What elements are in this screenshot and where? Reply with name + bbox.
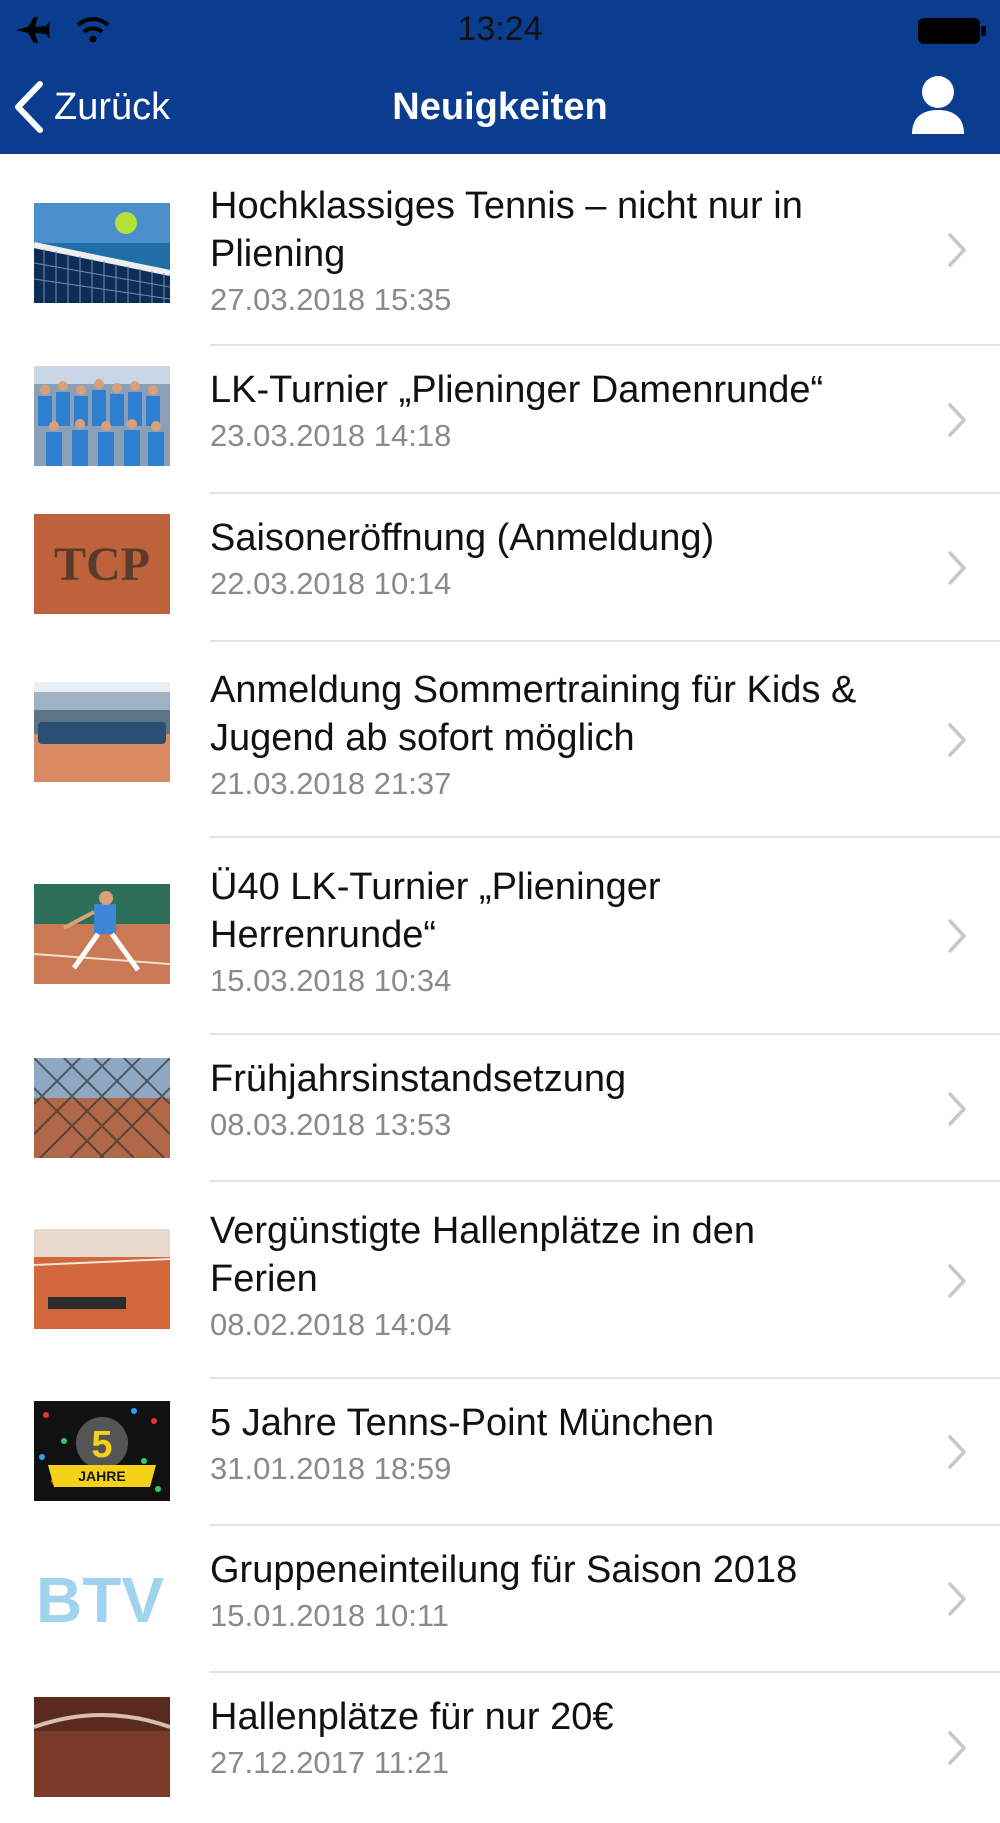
user-profile-icon[interactable] — [906, 72, 970, 142]
news-date: 15.03.2018 10:34 — [210, 963, 452, 998]
news-title: LK-Turnier „Plieninger Damenrunde“ — [210, 369, 824, 411]
news-title: Hallenplätze für nur 20€ — [210, 1696, 614, 1738]
news-item[interactable]: Hallenplätze für nur 20€ 27.12.2017 11:2… — [0, 1673, 1000, 1823]
news-item[interactable]: LK-Turnier „Plieninger Damenrunde“ 23.03… — [0, 346, 1000, 494]
news-item[interactable]: Frühjahrsinstandsetzung 08.03.2018 13:53 — [0, 1035, 1000, 1182]
chevron-right-icon — [948, 1264, 966, 1298]
news-date: 27.12.2017 11:21 — [210, 1745, 450, 1780]
news-date: 21.03.2018 21:37 — [210, 766, 452, 801]
news-title-line2: Jugend ab sofort möglich — [210, 717, 635, 759]
news-thumbnail-team-photo — [34, 366, 170, 466]
news-thumbnail-five-years: 5 JAHRE — [34, 1401, 170, 1501]
chevron-left-icon — [15, 81, 43, 133]
news-thumbnail-group-court — [34, 682, 170, 782]
news-date: 31.01.2018 18:59 — [210, 1451, 452, 1486]
news-thumbnail-fence-court — [34, 1058, 170, 1158]
chevron-right-icon — [948, 919, 966, 953]
news-item[interactable]: Hochklassiges Tennis – nicht nur in Plie… — [0, 154, 1000, 346]
chevron-right-icon — [948, 1731, 966, 1765]
chevron-right-icon — [948, 551, 966, 585]
btv-letters: BTV — [36, 1564, 164, 1636]
news-item[interactable]: Ü40 LK-Turnier „Plieninger Herrenrunde“ … — [0, 838, 1000, 1035]
news-date: 23.03.2018 14:18 — [210, 418, 452, 453]
news-title-line2: Pliening — [210, 233, 346, 275]
news-thumbnail-player-court — [34, 884, 170, 984]
news-title: Hochklassiges Tennis – nicht nur in — [210, 185, 803, 227]
news-list: Hochklassiges Tennis – nicht nur in Plie… — [0, 154, 1000, 1823]
news-date: 22.03.2018 10:14 — [210, 566, 452, 601]
five-years-label: JAHRE — [78, 1468, 125, 1484]
news-title-line2: Herrenrunde“ — [210, 914, 436, 956]
news-date: 08.03.2018 13:53 — [210, 1107, 452, 1142]
news-title: Saisoneröffnung (Anmeldung) — [210, 517, 715, 559]
news-date: 08.02.2018 14:04 — [210, 1307, 452, 1342]
news-item[interactable]: BTV Gruppeneinteilung für Saison 2018 15… — [0, 1526, 1000, 1673]
news-title: 5 Jahre Tenns-Point München — [210, 1402, 715, 1444]
news-item[interactable]: Vergünstigte Hallenplätze in den Ferien … — [0, 1182, 1000, 1379]
battery-icon — [918, 18, 986, 44]
news-title: Ü40 LK-Turnier „Plieninger — [210, 866, 661, 908]
chevron-right-icon — [948, 1435, 966, 1469]
news-thumbnail-clay-court-letters: TCP — [34, 514, 170, 614]
status-time: 13:24 — [457, 10, 543, 48]
chevron-right-icon — [948, 1582, 966, 1616]
chevron-right-icon — [948, 403, 966, 437]
tcp-letters: TCP — [54, 538, 150, 591]
news-thumbnail-tennis-net — [34, 203, 170, 303]
news-date: 15.01.2018 10:11 — [210, 1598, 450, 1633]
five-years-number: 5 — [91, 1424, 112, 1466]
news-thumbnail-btv-logo: BTV — [34, 1548, 170, 1648]
news-title-line2: Ferien — [210, 1258, 318, 1300]
chevron-right-icon — [948, 1092, 966, 1126]
news-title: Frühjahrsinstandsetzung — [210, 1058, 627, 1100]
news-title: Anmeldung Sommertraining für Kids & — [210, 669, 857, 711]
news-date: 27.03.2018 15:35 — [210, 282, 452, 317]
news-thumbnail-indoor-court — [34, 1229, 170, 1329]
news-thumbnail-hall-roof — [34, 1697, 170, 1797]
navigation-bar: Zurück Neuigkeiten — [0, 60, 1000, 154]
back-button[interactable]: Zurück — [12, 74, 170, 140]
chevron-right-icon — [948, 723, 966, 757]
news-item[interactable]: 5 JAHRE 5 Jahre Tenns-Point München 31.0… — [0, 1379, 1000, 1526]
news-title: Vergünstigte Hallenplätze in den — [210, 1210, 756, 1252]
news-title: Gruppeneinteilung für Saison 2018 — [210, 1549, 798, 1591]
chevron-right-icon — [948, 233, 966, 267]
news-item[interactable]: Anmeldung Sommertraining für Kids & Juge… — [0, 642, 1000, 838]
status-bar: 13:24 — [0, 0, 1000, 60]
back-label: Zurück — [54, 85, 171, 128]
news-item[interactable]: TCP Saisoneröffnung (Anmeldung) 22.03.20… — [0, 494, 1000, 642]
